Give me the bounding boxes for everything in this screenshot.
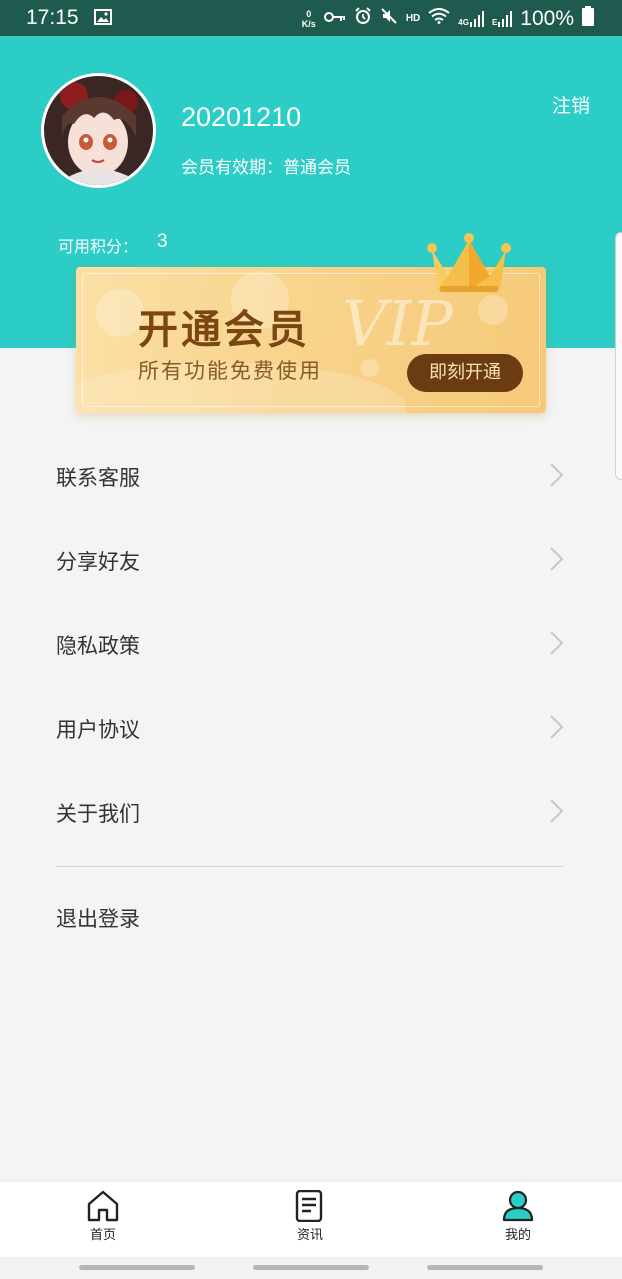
menu-item-privacy[interactable]: 隐私政策 bbox=[0, 602, 622, 686]
user-icon bbox=[478, 1190, 558, 1222]
menu-item-label: 隐私政策 bbox=[56, 634, 140, 658]
tab-home[interactable]: 首页 bbox=[63, 1190, 143, 1243]
menu-item-label: 分享好友 bbox=[56, 550, 140, 574]
bottom-nav: 首页 资讯 我的 bbox=[0, 1181, 622, 1257]
chevron-right-icon bbox=[548, 714, 564, 744]
chevron-right-icon bbox=[548, 630, 564, 660]
alarm-icon bbox=[354, 7, 372, 30]
username: 20201210 bbox=[181, 102, 302, 132]
logout-link[interactable]: 注销 bbox=[552, 91, 590, 118]
speed-unit: K/s bbox=[301, 18, 316, 29]
signal-e-icon: E bbox=[491, 10, 513, 27]
signal-4g-icon: 4G bbox=[458, 10, 484, 27]
menu-item-label: 联系客服 bbox=[56, 466, 140, 490]
status-icons: 0 K/s HD 4G E 100% bbox=[302, 6, 594, 31]
network-type-2: E bbox=[491, 17, 498, 27]
speed-value: 0 bbox=[306, 8, 312, 19]
chevron-right-icon bbox=[548, 462, 564, 492]
tab-label: 我的 bbox=[504, 1228, 531, 1243]
battery-percent: 100% bbox=[520, 6, 574, 30]
menu-item-label: 用户协议 bbox=[56, 718, 140, 742]
network-type: 4G bbox=[458, 17, 469, 27]
mute-icon bbox=[380, 7, 398, 30]
tab-label: 资讯 bbox=[296, 1228, 323, 1243]
menu-item-user-agreement[interactable]: 用户协议 bbox=[0, 686, 622, 770]
vip-subtitle: 所有功能免费使用 bbox=[138, 359, 322, 383]
battery-icon bbox=[582, 6, 594, 31]
membership-status: 会员有效期：普通会员 bbox=[181, 158, 351, 178]
system-nav-bar bbox=[0, 1257, 622, 1279]
system-nav-home[interactable] bbox=[253, 1265, 369, 1270]
menu-item-share[interactable]: 分享好友 bbox=[0, 518, 622, 602]
menu-item-customer-service[interactable]: 联系客服 bbox=[0, 434, 622, 518]
tab-news[interactable]: 资讯 bbox=[270, 1190, 350, 1243]
crown-icon bbox=[424, 232, 514, 298]
network-speed: 0 K/s bbox=[302, 9, 316, 29]
chevron-right-icon bbox=[548, 546, 564, 576]
logout-button[interactable]: 退出登录 bbox=[56, 903, 140, 933]
wifi-icon bbox=[428, 8, 450, 29]
activate-vip-button[interactable]: 即刻开通 bbox=[407, 354, 523, 392]
system-nav-recents[interactable] bbox=[79, 1265, 195, 1270]
news-icon bbox=[270, 1190, 350, 1222]
vip-title: 开通会员 bbox=[138, 307, 310, 353]
hd-badge: HD bbox=[405, 13, 421, 24]
avatar[interactable] bbox=[41, 73, 156, 188]
home-icon bbox=[63, 1190, 143, 1222]
chevron-right-icon bbox=[548, 798, 564, 828]
points-label: 可用积分： bbox=[58, 237, 139, 256]
menu-divider bbox=[56, 866, 563, 867]
menu-item-about[interactable]: 关于我们 bbox=[0, 770, 622, 854]
points-value: 3 bbox=[157, 231, 168, 252]
tab-label: 首页 bbox=[89, 1228, 116, 1243]
menu-list: 联系客服 分享好友 隐私政策 用户协议 关于我们 bbox=[0, 434, 622, 854]
system-nav-back[interactable] bbox=[427, 1265, 543, 1270]
menu-item-label: 关于我们 bbox=[56, 802, 140, 826]
gallery-icon bbox=[94, 9, 112, 29]
tab-mine[interactable]: 我的 bbox=[478, 1190, 558, 1243]
key-icon bbox=[323, 10, 346, 28]
status-time: 17:15 bbox=[26, 6, 79, 29]
status-bar: 17:15 0 K/s HD 4G E 100% bbox=[0, 0, 622, 36]
